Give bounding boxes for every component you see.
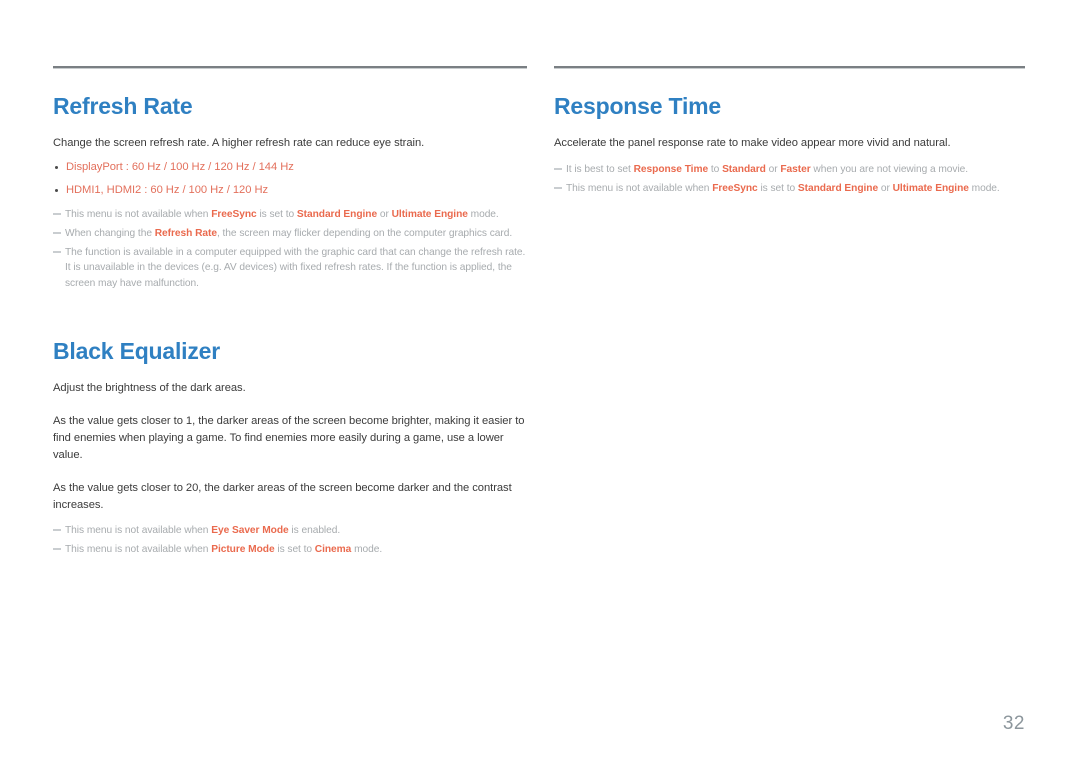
section-response-time: Response Time Accelerate the panel respo… (554, 66, 1025, 197)
page-number: 32 (1002, 713, 1025, 734)
response-time-notes: It is best to set Response Time to Stand… (554, 162, 1025, 196)
note-item: The function is available in a computer … (53, 245, 527, 290)
refresh-rate-bullet-list: DisplayPort : 60 Hz / 100 Hz / 120 Hz / … (53, 161, 527, 197)
list-item: DisplayPort : 60 Hz / 100 Hz / 120 Hz / … (53, 161, 527, 174)
black-equalizer-notes: This menu is not available when Eye Save… (53, 523, 527, 557)
section-refresh-rate: Refresh Rate Change the screen refresh r… (53, 66, 527, 291)
section-black-equalizer: Black Equalizer Adjust the brightness of… (53, 337, 527, 558)
heading-response-time: Response Time (554, 93, 721, 119)
heading-black-equalizer: Black Equalizer (53, 337, 221, 364)
paragraph-black-equalizer-1: As the value gets closer to 1, the darke… (53, 414, 525, 461)
section-rule (554, 66, 1025, 69)
note-item: This menu is not available when FreeSync… (53, 207, 527, 222)
heading-refresh-rate: Refresh Rate (53, 93, 193, 119)
intro-refresh-rate: Change the screen refresh rate. A higher… (53, 137, 425, 150)
note-item: It is best to set Response Time to Stand… (554, 162, 1025, 177)
intro-black-equalizer: Adjust the brightness of the dark areas. (53, 381, 246, 394)
note-item: This menu is not available when Eye Save… (53, 523, 527, 538)
manual-page: Refresh Rate Change the screen refresh r… (0, 0, 1080, 763)
note-item: When changing the Refresh Rate, the scre… (53, 226, 527, 241)
paragraph-black-equalizer-2: As the value gets closer to 20, the dark… (53, 482, 512, 512)
list-item: HDMI1, HDMI2 : 60 Hz / 100 Hz / 120 Hz (53, 184, 527, 197)
section-rule (53, 66, 527, 69)
intro-response-time: Accelerate the panel response rate to ma… (554, 137, 951, 150)
note-item: This menu is not available when FreeSync… (554, 181, 1025, 196)
note-item: This menu is not available when Picture … (53, 542, 527, 557)
refresh-rate-notes: This menu is not available when FreeSync… (53, 207, 527, 290)
left-column: Refresh Rate Change the screen refresh r… (53, 66, 527, 557)
right-column: Response Time Accelerate the panel respo… (554, 66, 1025, 197)
